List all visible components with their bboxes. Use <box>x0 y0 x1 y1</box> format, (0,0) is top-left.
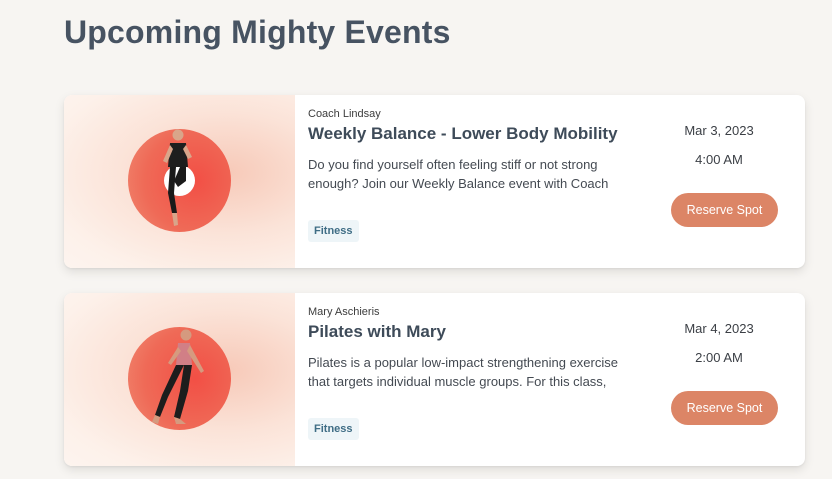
event-time: 4:00 AM <box>695 152 743 167</box>
category-tag: Fitness <box>308 220 359 242</box>
event-title[interactable]: Weekly Balance - Lower Body Mobility <box>308 124 618 144</box>
event-info: Coach Lindsay Weekly Balance - Lower Bod… <box>308 95 645 268</box>
event-schedule: Mar 4, 2023 2:00 AM Reserve Spot <box>645 293 805 466</box>
event-date: Mar 3, 2023 <box>684 123 754 138</box>
event-image <box>64 293 295 466</box>
reserve-spot-button[interactable]: Reserve Spot <box>671 391 778 425</box>
page-title: Upcoming Mighty Events <box>64 14 451 50</box>
reserve-spot-button[interactable]: Reserve Spot <box>671 193 778 227</box>
event-time: 2:00 AM <box>695 350 743 365</box>
event-date: Mar 4, 2023 <box>684 321 754 336</box>
coach-name: Coach Lindsay <box>308 108 381 120</box>
instructor-photo <box>163 129 192 226</box>
event-description: Pilates is a popular low-impact strength… <box>308 355 618 389</box>
event-info: Mary Aschieris Pilates with Mary Pilates… <box>308 293 645 466</box>
category-tag: Fitness <box>308 418 359 440</box>
event-description: Do you find yourself often feeling stiff… <box>308 157 609 191</box>
coach-name: Mary Aschieris <box>308 306 380 318</box>
instructor-photo <box>152 329 204 424</box>
event-title[interactable]: Pilates with Mary <box>308 322 446 342</box>
event-card[interactable]: Coach Lindsay Weekly Balance - Lower Bod… <box>64 95 805 268</box>
event-card[interactable]: Mary Aschieris Pilates with Mary Pilates… <box>64 293 805 466</box>
event-image <box>64 95 295 268</box>
event-schedule: Mar 3, 2023 4:00 AM Reserve Spot <box>645 95 805 268</box>
